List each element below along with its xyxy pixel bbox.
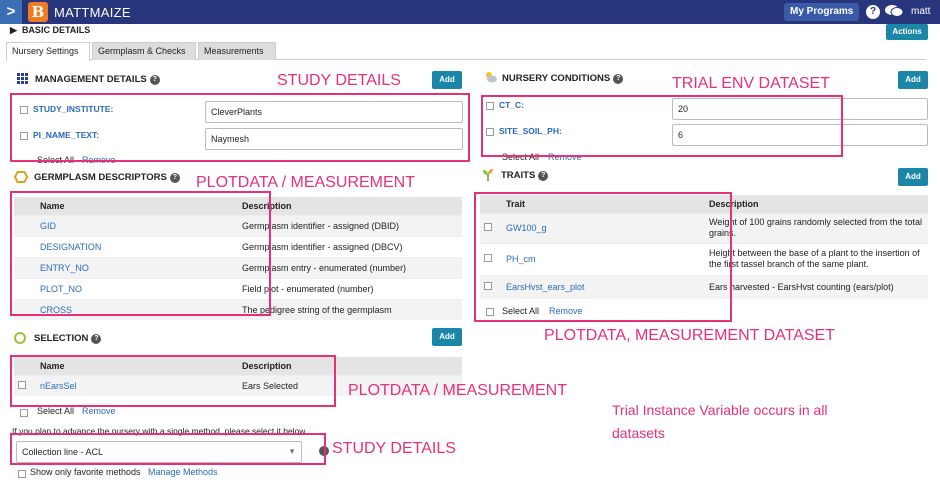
basic-details-label: BASIC DETAILS (21, 25, 91, 35)
germplasm-descriptors-title: GERMPLASM DESCRIPTORS? (34, 172, 180, 183)
select-all-label[interactable]: Select All (37, 406, 74, 416)
trait-description-line: Height between the base of a plant to th… (709, 248, 920, 258)
help-icon[interactable]: ? (149, 75, 160, 85)
trait-description-line: grains. (709, 228, 737, 238)
traits-label: TRAITS (501, 170, 536, 181)
selection-title: SELECTION? (34, 333, 102, 344)
add-management-button[interactable]: Add (432, 71, 462, 89)
annotation-box (10, 93, 470, 162)
management-details-label: MANAGEMENT DETAILS (35, 74, 147, 85)
tab-nursery-settings[interactable]: Nursery Settings (6, 42, 90, 61)
management-details-title: MANAGEMENT DETAILS? (35, 74, 160, 85)
add-trait-button[interactable]: Add (898, 168, 928, 186)
germplasm-description: The pedigree string of the germplasm (238, 298, 462, 320)
annotation-trial-instance: datasets (612, 425, 665, 441)
actions-button[interactable]: Actions (886, 24, 928, 40)
chat-icon[interactable] (885, 4, 903, 18)
trait-description-line: Weight of 100 grains randomly selected f… (709, 217, 922, 227)
help-icon[interactable]: ? (169, 173, 180, 183)
checkbox[interactable] (20, 409, 28, 417)
trait-description: Ears harvested - EarsHvst counting (ears… (705, 274, 928, 299)
app-brand[interactable]: MATTMAIZE (54, 5, 131, 20)
traits-title: TRAITS? (501, 170, 549, 181)
user-name[interactable]: matt (911, 6, 930, 17)
annotation-box (481, 95, 843, 157)
remove-link[interactable]: Remove (82, 406, 116, 416)
annotation-study-details: STUDY DETAILS (332, 440, 456, 457)
annotation-plotdata-dataset: PLOTDATA, MEASUREMENT DATASET (544, 327, 835, 344)
annotation-trial-instance: Trial Instance Variable occurs in all (612, 402, 828, 418)
seedling-icon (483, 169, 493, 181)
annotation-box (10, 191, 271, 316)
annotation-study-details: STUDY DETAILS (277, 72, 401, 89)
selection-label: SELECTION (34, 333, 89, 344)
help-icon[interactable]: ? (613, 74, 624, 84)
annotation-trial-env: TRIAL ENV DATASET (672, 75, 830, 92)
favorite-methods-label: Show only favorite methods (30, 467, 141, 477)
trait-description: Weight of 100 grains randomly selected f… (705, 212, 928, 243)
annotation-box (10, 433, 326, 465)
nursery-conditions-title: NURSERY CONDITIONS? (502, 73, 624, 84)
annotation-box (10, 355, 336, 407)
hexagon-icon (14, 171, 28, 183)
manage-methods-link[interactable]: Manage Methods (148, 467, 218, 477)
weather-icon (486, 72, 497, 83)
top-navbar: > B MATTMAIZE My Programs ? matt (0, 0, 940, 24)
help-icon[interactable]: ? (91, 334, 102, 344)
grid-icon (17, 73, 28, 84)
app-logo: B (28, 2, 48, 22)
germplasm-description: Germplasm entry - enumerated (number) (238, 256, 462, 278)
help-icon[interactable]: ? (866, 5, 880, 19)
nursery-conditions-label: NURSERY CONDITIONS (502, 73, 611, 84)
add-nursery-condition-button[interactable]: Add (898, 71, 928, 89)
tab-germplasm-checks[interactable]: Germplasm & Checks (92, 42, 196, 60)
annotation-plotdata: PLOTDATA / MEASUREMENT (196, 174, 415, 191)
column-header-description: Description (238, 197, 462, 215)
annotation-plotdata: PLOTDATA / MEASUREMENT (348, 382, 567, 399)
trait-description: Height between the base of a plant to th… (705, 242, 928, 275)
germplasm-description: Field plot - enumerated (number) (238, 277, 462, 299)
circle-icon (14, 332, 26, 344)
column-header-description: Description (705, 195, 928, 213)
favorite-methods-checkbox[interactable] (18, 470, 26, 478)
germplasm-description: Germplasm identifier - assigned (DBCV) (238, 235, 462, 257)
tab-measurements[interactable]: Measurements (198, 42, 276, 60)
germplasm-description: Germplasm identifier - assigned (DBID) (238, 214, 462, 236)
trait-description-line: the first tassel branch of the same plan… (709, 259, 869, 269)
germplasm-descriptors-label: GERMPLASM DESCRIPTORS (34, 172, 167, 183)
sidebar-toggle-button[interactable]: > (0, 0, 22, 24)
tab-bar: Nursery Settings Germplasm & Checks Meas… (6, 42, 926, 61)
add-selection-button[interactable]: Add (432, 328, 462, 346)
my-programs-button[interactable]: My Programs (784, 3, 860, 21)
basic-details-toggle[interactable]: ▶ BASIC DETAILS (10, 25, 90, 36)
help-icon[interactable]: ? (538, 171, 549, 181)
annotation-box (474, 192, 732, 322)
